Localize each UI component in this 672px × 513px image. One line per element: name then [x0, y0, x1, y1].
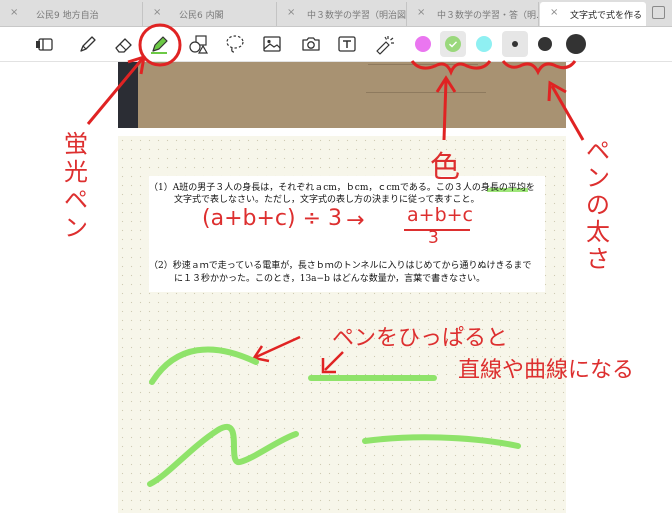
- color-swatch-green-selected[interactable]: [445, 36, 461, 52]
- close-tab-icon[interactable]: ×: [153, 7, 161, 18]
- size-label: ペンの太さ: [586, 137, 610, 273]
- close-tab-icon[interactable]: ×: [287, 7, 295, 18]
- previous-page-photo: [118, 62, 566, 128]
- pen-size-large[interactable]: [566, 34, 586, 54]
- tab-3[interactable]: × 中３数学の学習（明治図…: [277, 2, 407, 26]
- tab-4[interactable]: × 中３数学の学習・答（明…: [407, 2, 539, 26]
- page-binding-strip: [118, 62, 138, 128]
- pen-size-small[interactable]: [512, 41, 518, 47]
- check-icon: [449, 41, 458, 48]
- split-view-icon[interactable]: [652, 6, 665, 19]
- tab-label: 公民9 地方自治: [36, 11, 99, 21]
- highlighter-label: 蛍光ペン: [64, 130, 88, 242]
- image-icon[interactable]: [259, 31, 285, 57]
- tab-label: 文字式で式を作る: [570, 11, 643, 21]
- shapes-icon[interactable]: [186, 31, 212, 57]
- problem-2-line-2: に１３秒かかった。このとき，13a−b はどんな数量か，言葉で書きなさい。: [174, 274, 486, 284]
- tab-label: 公民6 内閣: [179, 11, 224, 21]
- close-tab-icon[interactable]: ×: [10, 7, 18, 18]
- problem-2-line-1: （2）秒速ａｍで走っている電車が，長さｂｍのトンネルに入りはじめてから通りぬけき…: [149, 261, 532, 271]
- laser-pointer-icon[interactable]: [371, 31, 397, 57]
- highlighter-icon[interactable]: [146, 31, 172, 57]
- equation-denominator: 3: [428, 228, 439, 248]
- pen-icon[interactable]: [74, 31, 100, 57]
- worksheet-image: （1）A班の男子３人の身長は，それぞれａcm，ｂcm，ｃcmである。この３人の身…: [149, 176, 545, 292]
- equation-numerator: a+b+c: [407, 204, 473, 226]
- camera-icon[interactable]: [298, 31, 324, 57]
- text-box-icon[interactable]: [334, 31, 360, 57]
- drag-label-1: ペンをひっぱると: [332, 326, 509, 351]
- color-label: 色: [430, 150, 460, 185]
- toolbar: [0, 27, 672, 62]
- tab-2[interactable]: × 公民6 内閣: [143, 2, 277, 26]
- color-swatch-cyan[interactable]: [476, 36, 492, 52]
- eraser-icon[interactable]: [110, 31, 136, 57]
- tab-bar: × 公民9 地方自治 × 公民6 内閣 × 中３数学の学習（明治図… × 中３数…: [0, 0, 672, 27]
- tab-5-active[interactable]: × 文字式で式を作る: [540, 2, 646, 26]
- sidebar-toggle-icon[interactable]: [32, 31, 58, 57]
- pen-size-medium[interactable]: [538, 37, 552, 51]
- notebook-canvas[interactable]: （1）A班の男子３人の身長は，それぞれａcm，ｂcm，ｃcmである。この３人の身…: [0, 62, 672, 513]
- drag-label-2: 直線や曲線になる: [458, 358, 635, 383]
- equation-left: (a+b+c) ÷ 3: [202, 206, 342, 231]
- tab-label: 中３数学の学習・答（明…: [437, 11, 539, 21]
- close-tab-icon[interactable]: ×: [417, 7, 425, 18]
- equation-arrow: →: [346, 208, 365, 233]
- close-tab-icon[interactable]: ×: [550, 7, 558, 18]
- tab-1[interactable]: × 公民9 地方自治: [0, 2, 143, 26]
- color-swatch-pink[interactable]: [415, 36, 431, 52]
- tab-label: 中３数学の学習（明治図…: [307, 11, 407, 21]
- lasso-icon[interactable]: [222, 31, 248, 57]
